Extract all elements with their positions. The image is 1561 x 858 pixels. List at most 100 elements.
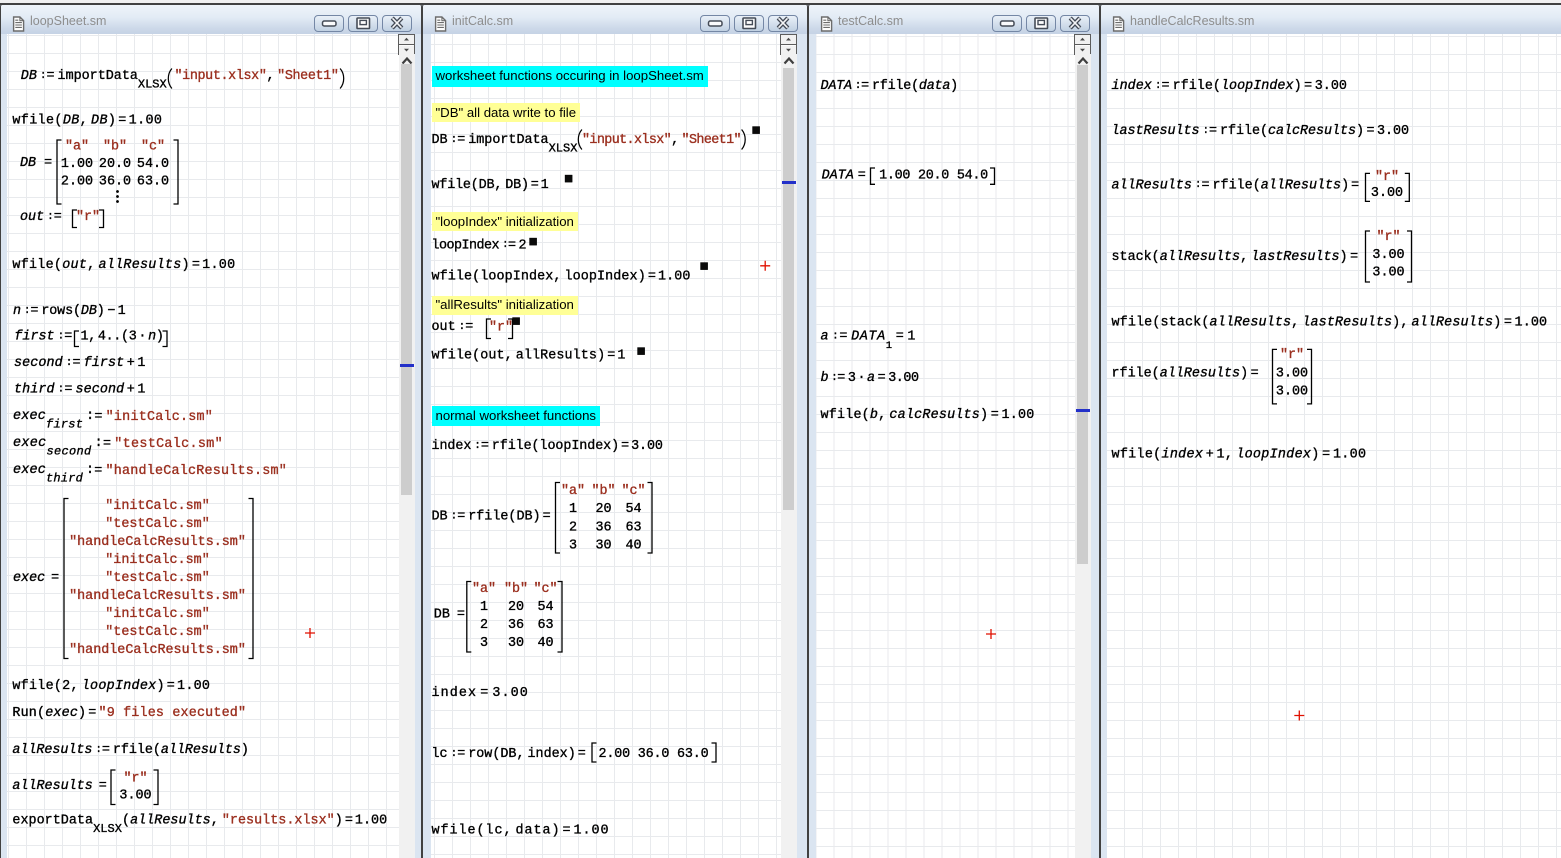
svg-text:n:=rows(DB)−1: n:=rows(DB)−1 <box>13 304 126 319</box>
svg-text:out:=: out:= <box>20 210 62 225</box>
svg-text:63: 63 <box>537 618 553 633</box>
svg-text:"c": "c" <box>533 582 557 597</box>
svg-text:allResults:=rfile(allResults): allResults:=rfile(allResults) <box>12 743 248 758</box>
svg-text:30: 30 <box>595 539 611 554</box>
svg-text:"handleCalcResults.sm": "handleCalcResults.sm" <box>69 535 246 550</box>
svg-text:DATA=: DATA= <box>822 169 866 184</box>
svg-text:"handleCalcResults.sm": "handleCalcResults.sm" <box>69 643 246 658</box>
svg-text:DATA:=rfile(data): DATA:=rfile(data) <box>821 79 958 94</box>
svg-text:"r": "r" <box>1375 170 1399 185</box>
svg-text:index=3.00: index=3.00 <box>432 686 529 701</box>
svg-text:index:=rfile(loopIndex)=3.00: index:=rfile(loopIndex)=3.00 <box>1112 79 1347 94</box>
svg-text:30: 30 <box>508 636 524 651</box>
svg-text:wfile(DB,DB)=1.00: wfile(DB,DB)=1.00 <box>12 114 162 129</box>
svg-text:wfile(out,allResults)=1.00: wfile(out,allResults)=1.00 <box>12 258 235 273</box>
svg-text:wfile(lc,data)=1.00: wfile(lc,data)=1.00 <box>432 824 610 839</box>
svg-text:3.00: 3.00 <box>1371 186 1403 201</box>
svg-text:3.00: 3.00 <box>1372 266 1404 281</box>
svg-text:40: 40 <box>625 539 641 554</box>
svg-text:wfile(out,allResults)=1: wfile(out,allResults)=1 <box>432 348 626 363</box>
svg-text:"r": "r" <box>123 772 147 787</box>
svg-text:"input.xlsx","Sheet1": "input.xlsx","Sheet1" <box>582 133 741 148</box>
svg-text:"initCalc.sm": "initCalc.sm" <box>105 499 209 514</box>
svg-text:a:=DATA1=1: a:=DATA1=1 <box>821 330 917 353</box>
svg-text:b:=3·a=3.00: b:=3·a=3.00 <box>821 371 919 386</box>
svg-text:wfile(DB,DB)=1: wfile(DB,DB)=1 <box>432 178 549 193</box>
svg-text:20.0: 20.0 <box>99 157 131 172</box>
svg-text:allResults=: allResults= <box>12 779 106 794</box>
svg-text:36.0: 36.0 <box>99 175 131 190</box>
svg-text:first:=: first:= <box>14 330 72 345</box>
svg-text:third:=second+1: third:=second+1 <box>14 383 146 398</box>
svg-text:36: 36 <box>595 520 611 535</box>
svg-text:loopIndex:=2: loopIndex:=2 <box>432 238 527 253</box>
svg-text:"r": "r" <box>76 210 100 225</box>
svg-text:execfirst:="initCalc.sm": execfirst:="initCalc.sm" <box>13 409 213 432</box>
svg-text:wfile(2,loopIndex)=1.00: wfile(2,loopIndex)=1.00 <box>12 679 210 694</box>
svg-text:"r": "r" <box>489 321 513 336</box>
svg-text:2: 2 <box>569 520 577 535</box>
svg-text:exportDataXLSX(allResults,"res: exportDataXLSX(allResults,"results.xlsx"… <box>12 814 387 837</box>
svg-text:DB=: DB= <box>434 608 465 623</box>
svg-text:63.0: 63.0 <box>137 175 169 190</box>
svg-text:wfile(b,calcResults)=1.00: wfile(b,calcResults)=1.00 <box>821 408 1035 423</box>
svg-text:wfile(index+1,loopIndex)=1.00: wfile(index+1,loopIndex)=1.00 <box>1112 447 1367 462</box>
svg-text:"a": "a" <box>472 582 496 597</box>
svg-text:"r": "r" <box>1280 348 1304 363</box>
svg-text:1.00 20.0 54.0: 1.00 20.0 54.0 <box>879 169 988 184</box>
svg-text:54: 54 <box>625 502 641 517</box>
svg-text:stack(allResults,lastResults)=: stack(allResults,lastResults)= <box>1112 250 1359 265</box>
svg-text:3.00: 3.00 <box>1276 366 1308 381</box>
svg-text:"initCalc.sm": "initCalc.sm" <box>105 607 209 622</box>
svg-text:1.00: 1.00 <box>61 157 93 172</box>
svg-text:"input.xlsx","Sheet1": "input.xlsx","Sheet1" <box>175 69 339 84</box>
svg-text:3.00: 3.00 <box>1276 385 1308 400</box>
svg-text:63: 63 <box>625 520 641 535</box>
svg-text:"c": "c" <box>141 140 165 155</box>
svg-text:1: 1 <box>569 502 577 517</box>
svg-text:54: 54 <box>537 600 553 615</box>
svg-text:"r": "r" <box>1376 230 1400 245</box>
svg-text:40: 40 <box>537 636 553 651</box>
svg-text:1: 1 <box>480 600 488 615</box>
svg-text:"c": "c" <box>621 484 645 499</box>
svg-text:2.00 36.0 63.0: 2.00 36.0 63.0 <box>599 747 709 762</box>
svg-text:20: 20 <box>508 600 524 615</box>
svg-text:"initCalc.sm": "initCalc.sm" <box>105 553 209 568</box>
svg-text:36: 36 <box>508 618 524 633</box>
svg-text:DB:=importDataXLSX: DB:=importDataXLSX <box>21 69 167 92</box>
svg-text:second:=first+1: second:=first+1 <box>14 356 146 371</box>
svg-text:"handleCalcResults.sm": "handleCalcResults.sm" <box>69 589 246 604</box>
svg-text:exec=: exec= <box>13 571 59 586</box>
svg-text:"testCalc.sm": "testCalc.sm" <box>105 517 209 532</box>
svg-text:3.00: 3.00 <box>1372 248 1404 263</box>
svg-text:"b": "b" <box>504 582 528 597</box>
svg-text:3: 3 <box>569 539 577 554</box>
svg-text:wfile(stack(allResults,lastRes: wfile(stack(allResults,lastResults),allR… <box>1112 315 1548 330</box>
svg-text:"a": "a" <box>561 484 585 499</box>
svg-text:2.00: 2.00 <box>61 175 93 190</box>
svg-text:"testCalc.sm": "testCalc.sm" <box>105 571 209 586</box>
svg-text:3: 3 <box>480 636 488 651</box>
svg-text:DB:=importDataXLSX: DB:=importDataXLSX <box>432 133 578 156</box>
svg-text:"a": "a" <box>65 140 89 155</box>
svg-text:execthird:="handleCalcResults.: execthird:="handleCalcResults.sm" <box>13 463 287 486</box>
svg-text:54.0: 54.0 <box>137 157 169 172</box>
svg-text:2: 2 <box>480 618 488 633</box>
svg-text:20: 20 <box>595 502 611 517</box>
svg-text:out:=: out:= <box>432 320 474 335</box>
svg-text:rfile(allResults)=: rfile(allResults)= <box>1112 366 1259 381</box>
svg-text:"testCalc.sm": "testCalc.sm" <box>105 625 209 640</box>
svg-text:"b": "b" <box>591 484 615 499</box>
svg-text:3.00: 3.00 <box>119 789 151 804</box>
svg-text:1,4..(3·n): 1,4..(3·n) <box>81 330 164 345</box>
svg-text:lastResults:=rfile(calcResults: lastResults:=rfile(calcResults)=3.00 <box>1112 124 1409 139</box>
svg-text:Run(exec)="9 files executed": Run(exec)="9 files executed" <box>12 706 246 721</box>
svg-text:DB=: DB= <box>20 156 52 171</box>
svg-text:allResults:=rfile(allResults)=: allResults:=rfile(allResults)= <box>1112 178 1360 193</box>
svg-text:DB:=rfile(DB)=: DB:=rfile(DB)= <box>432 510 551 525</box>
svg-text:index:=rfile(loopIndex)=3.00: index:=rfile(loopIndex)=3.00 <box>432 439 663 454</box>
svg-text:"b": "b" <box>103 140 127 155</box>
svg-text:execsecond:="testCalc.sm": execsecond:="testCalc.sm" <box>13 436 223 459</box>
svg-text:wfile(loopIndex,loopIndex)=1.0: wfile(loopIndex,loopIndex)=1.00 <box>432 269 691 284</box>
